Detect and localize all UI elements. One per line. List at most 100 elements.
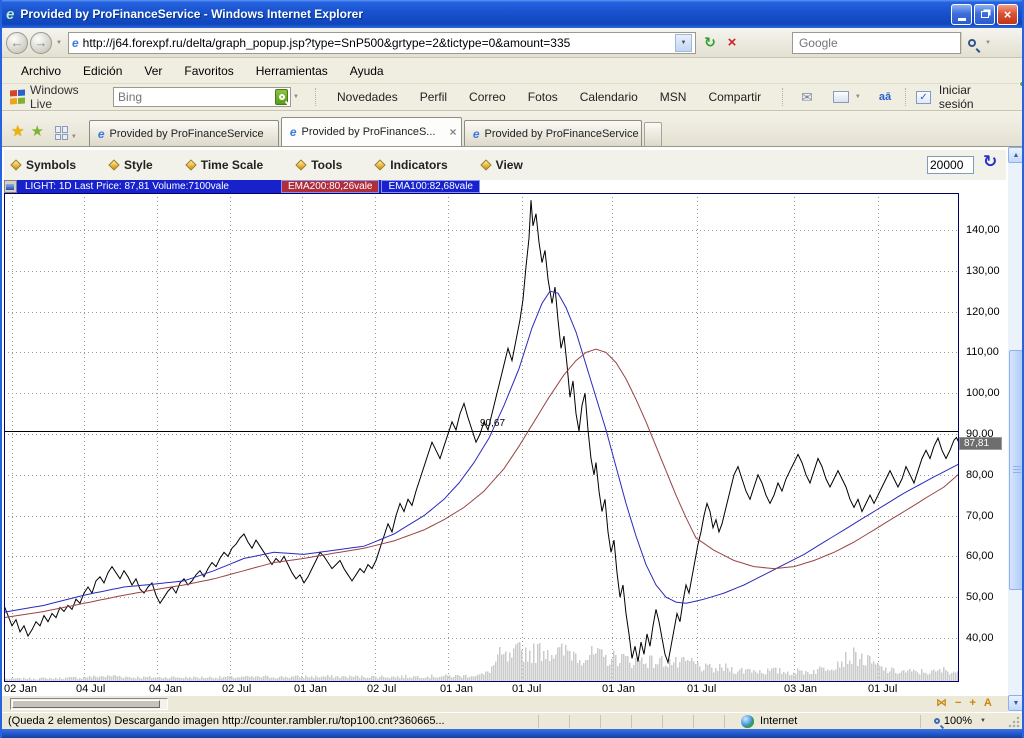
window-title: Provided by ProFinanceService - Windows … <box>20 7 949 21</box>
x-axis-tick-label: 03 Jan <box>784 683 817 695</box>
menu-favoritos[interactable]: Favoritos <box>173 61 244 81</box>
minimize-button[interactable] <box>951 4 972 25</box>
chevron-down-icon: ▼ <box>71 134 77 140</box>
link-calendario[interactable]: Calendario <box>580 90 638 104</box>
price-chart[interactable]: 90,67 <box>4 193 959 682</box>
restore-button[interactable] <box>974 4 995 25</box>
scroll-down-button[interactable]: ▼ <box>1008 695 1024 711</box>
forward-button[interactable]: → <box>30 32 52 54</box>
search-box <box>792 32 961 54</box>
menu-bar: Archivo Edición Ver Favoritos Herramient… <box>2 58 1022 84</box>
tab-favicon-icon: e <box>98 127 105 141</box>
chart-menu-indicators[interactable]: Indicators <box>376 158 447 172</box>
menu-ayuda[interactable]: Ayuda <box>339 61 395 81</box>
vertical-scrollbar-thumb[interactable] <box>1009 350 1023 590</box>
url-box: e ▼ <box>68 32 696 54</box>
bing-search-button[interactable] <box>275 89 288 105</box>
status-segment <box>538 715 569 728</box>
tab-close-icon[interactable]: × <box>449 125 456 139</box>
link-novedades[interactable]: Novedades <box>337 90 398 104</box>
url-dropdown[interactable]: ▼ <box>675 34 692 52</box>
diamond-icon <box>296 159 307 170</box>
mail-button[interactable]: ✉ <box>801 89 813 106</box>
tab-3[interactable]: e Provided by ProFinanceService <box>464 120 642 146</box>
status-dot-icon <box>1019 81 1024 87</box>
vertical-scrollbar[interactable]: ▲ ▼ <box>1008 147 1024 712</box>
status-segment <box>600 715 631 728</box>
tab-label: Provided by ProFinanceS... <box>302 126 436 138</box>
history-dropdown[interactable]: ▼ <box>56 40 62 46</box>
zoom-control[interactable]: 100% ▼ <box>920 715 988 728</box>
chart-menu-time-scale[interactable]: Time Scale <box>187 158 263 172</box>
new-tab-stub[interactable] <box>644 122 662 146</box>
x-axis-tick-label: 01 Jan <box>440 683 473 695</box>
bing-search-input[interactable] <box>116 89 275 105</box>
address-bar: ← → ▼ e ▼ ↻ × ▼ <box>2 28 1022 58</box>
url-input[interactable] <box>83 36 675 50</box>
autoscale-icon[interactable]: A <box>984 697 992 710</box>
window-bottom-border <box>0 729 1024 738</box>
x-axis-tick-label: 01 Jul <box>687 683 716 695</box>
page-content: Symbols Style Time Scale Tools Indicator… <box>2 147 1008 712</box>
chart-refresh-button[interactable]: ↻ <box>983 152 997 172</box>
legend-ema100-label: EMA100:82,68vale <box>381 180 480 193</box>
mail-icon: ✉ <box>801 89 813 106</box>
link-perfil[interactable]: Perfil <box>420 90 447 104</box>
bing-options-dropdown[interactable]: ▼ <box>293 94 299 100</box>
menu-edicion[interactable]: Edición <box>72 61 133 81</box>
stop-icon: × <box>728 34 737 51</box>
search-button[interactable] <box>961 32 983 54</box>
link-msn[interactable]: MSN <box>660 90 687 104</box>
chart-menu-tools[interactable]: Tools <box>297 158 342 172</box>
chart-menu-style[interactable]: Style <box>110 158 153 172</box>
chart-menu-symbols[interactable]: Symbols <box>12 158 76 172</box>
zoom-dropdown-icon: ▼ <box>980 718 986 724</box>
toolbar-separator <box>905 88 906 106</box>
x-axis-tick-label: 01 Jan <box>294 683 327 695</box>
windows-live-toolbar: Windows Live ▼ Novedades Perfil Correo F… <box>2 84 1022 111</box>
link-fotos[interactable]: Fotos <box>528 90 558 104</box>
y-axis-tick-label: 80,00 <box>966 469 994 481</box>
add-favorite-button[interactable]: ★ <box>30 122 43 140</box>
quick-tabs-button[interactable]: ▼ <box>55 126 83 140</box>
close-icon: × <box>1004 8 1012 21</box>
compress-scale-icon[interactable]: ⋈ <box>936 697 947 710</box>
y-axis-tick-label: 40,00 <box>966 632 994 644</box>
resize-grip[interactable] <box>1008 714 1022 728</box>
search-options-dropdown[interactable]: ▼ <box>985 40 991 46</box>
tab-strip: ★ ★ ▼ e Provided by ProFinanceService e … <box>2 111 1022 147</box>
search-input[interactable] <box>797 35 956 51</box>
zoom-in-icon[interactable]: + <box>969 697 975 710</box>
tab-2-active[interactable]: e Provided by ProFinanceS... × <box>281 117 462 146</box>
chart-menu-view[interactable]: View <box>482 158 523 172</box>
back-button[interactable]: ← <box>6 32 28 54</box>
menu-ver[interactable]: Ver <box>133 61 173 81</box>
translate-button[interactable]: aā <box>879 91 891 103</box>
zoom-out-icon[interactable]: − <box>955 697 961 710</box>
sign-in-button[interactable]: Iniciar sesión <box>939 83 1008 111</box>
refresh-icon: ↻ <box>704 34 716 51</box>
x-axis-tick-label: 04 Jul <box>76 683 105 695</box>
refresh-button[interactable]: ↻ <box>700 32 720 54</box>
tab-1[interactable]: e Provided by ProFinanceService <box>89 120 279 146</box>
legend-price-label: LIGHT: 1D Last Price: 87,81 Volume:7100v… <box>17 180 281 193</box>
legend-settings-button[interactable] <box>4 180 17 193</box>
menu-archivo[interactable]: Archivo <box>10 61 72 81</box>
link-compartir[interactable]: Compartir <box>708 90 761 104</box>
layout-button[interactable]: ▼ <box>829 91 867 103</box>
scroll-up-button[interactable]: ▲ <box>1008 147 1024 163</box>
status-segment <box>662 715 693 728</box>
favorites-button[interactable]: ★ <box>11 122 24 140</box>
horizontal-scrollbar[interactable] <box>10 698 168 710</box>
amount-input[interactable] <box>927 156 974 174</box>
stop-button[interactable]: × <box>722 32 742 54</box>
x-axis-tick-label: 01 Jan <box>602 683 635 695</box>
y-axis-tick-label: 140,00 <box>966 224 1000 236</box>
close-button[interactable]: × <box>997 4 1018 25</box>
y-axis-tick-label: 100,00 <box>966 387 1000 399</box>
menu-herramientas[interactable]: Herramientas <box>245 61 339 81</box>
quick-tabs-icon <box>55 126 69 140</box>
horizontal-scrollbar-thumb[interactable] <box>12 700 160 708</box>
chevron-down-icon: ▼ <box>680 40 686 46</box>
link-correo[interactable]: Correo <box>469 90 506 104</box>
